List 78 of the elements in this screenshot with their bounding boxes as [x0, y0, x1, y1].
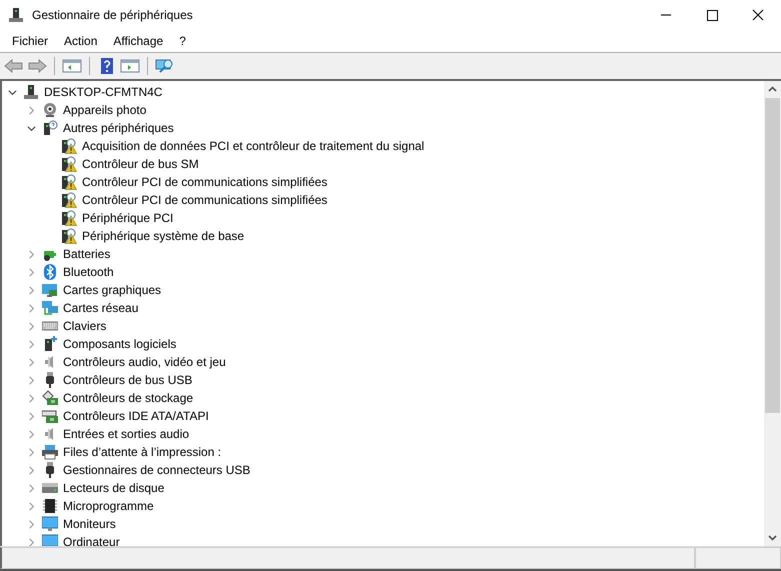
tree-item[interactable]: Cartes graphiques — [62, 283, 162, 297]
tree-item[interactable]: Microprogramme — [62, 499, 155, 513]
expand-chevron-icon[interactable] — [27, 376, 36, 384]
computer-icon — [23, 84, 39, 100]
warning-device-icon — [61, 192, 77, 208]
webcam-icon — [42, 102, 58, 118]
tree-item[interactable]: Contrôleurs audio, vidéo et jeu — [62, 355, 227, 369]
tree-item[interactable]: Composants logiciels — [62, 337, 178, 351]
expand-chevron-icon[interactable] — [27, 250, 36, 258]
warning-device-icon — [61, 138, 77, 154]
action-pane-icon[interactable] — [120, 58, 140, 74]
expand-chevron-icon[interactable] — [27, 448, 36, 456]
disk-drive-icon — [42, 480, 58, 496]
printer-icon — [42, 444, 58, 460]
tree-item[interactable]: DESKTOP-CFMTN4C — [43, 85, 164, 99]
menu-item[interactable]: Affichage — [105, 34, 172, 48]
tree-item[interactable]: Périphérique système de base — [81, 229, 246, 243]
expand-chevron-icon[interactable] — [27, 502, 36, 510]
tree-item[interactable]: Contrôleurs de stockage — [62, 391, 194, 405]
collapse-chevron-icon[interactable] — [8, 88, 17, 96]
menu-item[interactable]: ? — [171, 34, 194, 48]
storage-controller-icon — [42, 390, 58, 406]
tree-item[interactable]: Contrôleurs de bus USB — [62, 373, 194, 387]
scan-monitor-icon[interactable] — [155, 58, 175, 74]
monitor-icon — [42, 516, 58, 532]
tree-item[interactable]: Contrôleur PCI de communications simplifiées — [81, 193, 328, 207]
display-card-icon — [42, 282, 58, 298]
tree-item[interactable]: Moniteurs — [62, 517, 117, 531]
chip-icon — [42, 498, 58, 514]
tree-item[interactable]: Périphérique PCI — [81, 211, 174, 225]
expand-chevron-icon[interactable] — [27, 322, 36, 330]
warning-device-icon — [61, 210, 77, 226]
expand-chevron-icon[interactable] — [27, 538, 36, 546]
tree-item[interactable]: Claviers — [62, 319, 108, 333]
expand-chevron-icon[interactable] — [27, 484, 36, 492]
console-tree-icon[interactable] — [62, 58, 82, 74]
expand-chevron-icon[interactable] — [27, 106, 36, 114]
computer-icon — [8, 7, 24, 23]
warning-device-icon — [61, 228, 77, 244]
tree-item[interactable]: Entrées et sorties audio — [62, 427, 190, 441]
expand-chevron-icon[interactable] — [27, 520, 36, 528]
tree-item[interactable]: Batteries — [62, 247, 112, 261]
tree-item[interactable]: Acquisition de données PCI et contrôleur de traitement du signal — [81, 139, 426, 153]
tree-item[interactable]: Gestionnaires de connecteurs USB — [62, 463, 252, 477]
tree-item[interactable]: Lecteurs de disque — [62, 481, 166, 495]
expand-chevron-icon[interactable] — [27, 286, 36, 294]
expand-chevron-icon[interactable] — [27, 394, 36, 402]
window-title: Gestionnaire de périphériques — [32, 8, 193, 22]
back-arrow-icon[interactable] — [4, 58, 24, 74]
network-icon — [42, 300, 58, 316]
expand-chevron-icon[interactable] — [27, 412, 36, 420]
expand-chevron-icon[interactable] — [27, 304, 36, 312]
tree-item[interactable]: Autres périphériques — [62, 121, 175, 135]
drive-controller-icon — [42, 408, 58, 424]
software-component-icon — [42, 336, 58, 352]
scrollbar-thumb[interactable] — [765, 98, 780, 413]
collapse-chevron-icon[interactable] — [27, 124, 36, 132]
tree-item[interactable]: Contrôleurs IDE ATA/ATAPI — [62, 409, 210, 423]
tree-item[interactable]: Cartes réseau — [62, 301, 140, 315]
tree-item[interactable]: Files d’attente à l’impression : — [62, 445, 222, 459]
expand-chevron-icon[interactable] — [27, 340, 36, 348]
warning-device-icon — [61, 156, 77, 172]
warning-device-icon — [61, 174, 77, 190]
question-device-icon — [42, 120, 58, 136]
tree-item[interactable]: Bluetooth — [62, 265, 115, 279]
tree-item[interactable]: Contrôleur de bus SM — [81, 157, 200, 171]
expand-chevron-icon[interactable] — [27, 466, 36, 474]
tree-item[interactable]: Appareils photo — [62, 103, 148, 117]
expand-chevron-icon[interactable] — [27, 268, 36, 276]
bluetooth-icon — [42, 264, 58, 280]
forward-arrow-icon[interactable] — [27, 58, 47, 74]
scrollbar[interactable] — [764, 81, 781, 546]
tree-item[interactable]: Contrôleur PCI de communications simplifiées — [81, 175, 328, 189]
tree-item[interactable]: Ordinateur — [62, 535, 121, 546]
menu-item[interactable]: Action — [56, 34, 106, 48]
expand-chevron-icon[interactable] — [27, 430, 36, 438]
menu-item[interactable]: Fichier — [4, 34, 56, 48]
expand-chevron-icon[interactable] — [27, 358, 36, 366]
